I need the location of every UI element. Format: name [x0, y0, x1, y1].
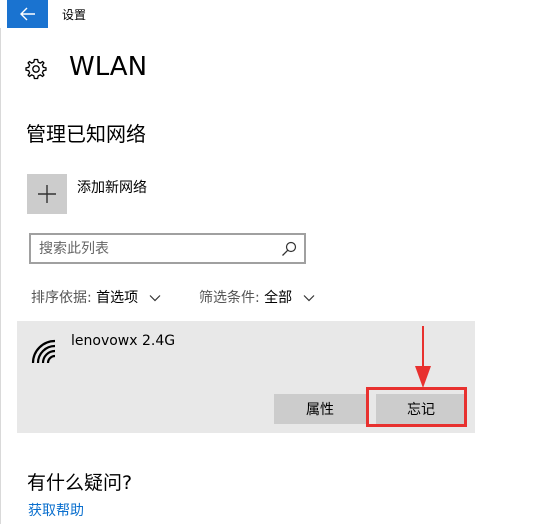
- sort-label: 排序依据:: [31, 290, 92, 306]
- add-network-label: 添加新网络: [77, 180, 147, 196]
- sort-dropdown[interactable]: 排序依据: 首选项: [31, 287, 161, 307]
- filter-label: 筛选条件:: [199, 290, 260, 306]
- search-box[interactable]: [29, 233, 306, 264]
- get-help-link[interactable]: 获取帮助: [28, 500, 84, 520]
- chevron-down-icon: [303, 295, 315, 302]
- filter-value: 全部: [264, 290, 293, 306]
- chevron-down-icon: [149, 295, 161, 302]
- section-title: 管理已知网络: [26, 122, 146, 146]
- search-input[interactable]: [39, 239, 269, 258]
- filter-dropdown[interactable]: 筛选条件: 全部: [199, 287, 315, 307]
- forget-button[interactable]: 忘记: [376, 394, 466, 424]
- left-divider: [0, 28, 1, 524]
- wifi-icon: [31, 339, 56, 364]
- properties-button[interactable]: 属性: [274, 394, 366, 424]
- plus-icon: [38, 185, 56, 203]
- network-list-item[interactable]: lenovowx 2.4G 属性 忘记: [17, 321, 475, 433]
- network-name: lenovowx 2.4G: [71, 333, 176, 349]
- add-network-tile[interactable]: [27, 174, 67, 214]
- gear-icon: [25, 58, 47, 80]
- back-arrow-icon: [20, 7, 35, 21]
- help-title: 有什么疑问?: [27, 472, 133, 494]
- add-network-button[interactable]: 添加新网络: [27, 174, 207, 214]
- back-button[interactable]: [7, 0, 48, 28]
- search-icon[interactable]: [281, 241, 297, 257]
- sort-value: 首选项: [96, 290, 139, 306]
- title-bar: 设置: [0, 0, 559, 28]
- window-title: 设置: [62, 8, 87, 22]
- page-title: WLAN: [69, 52, 148, 82]
